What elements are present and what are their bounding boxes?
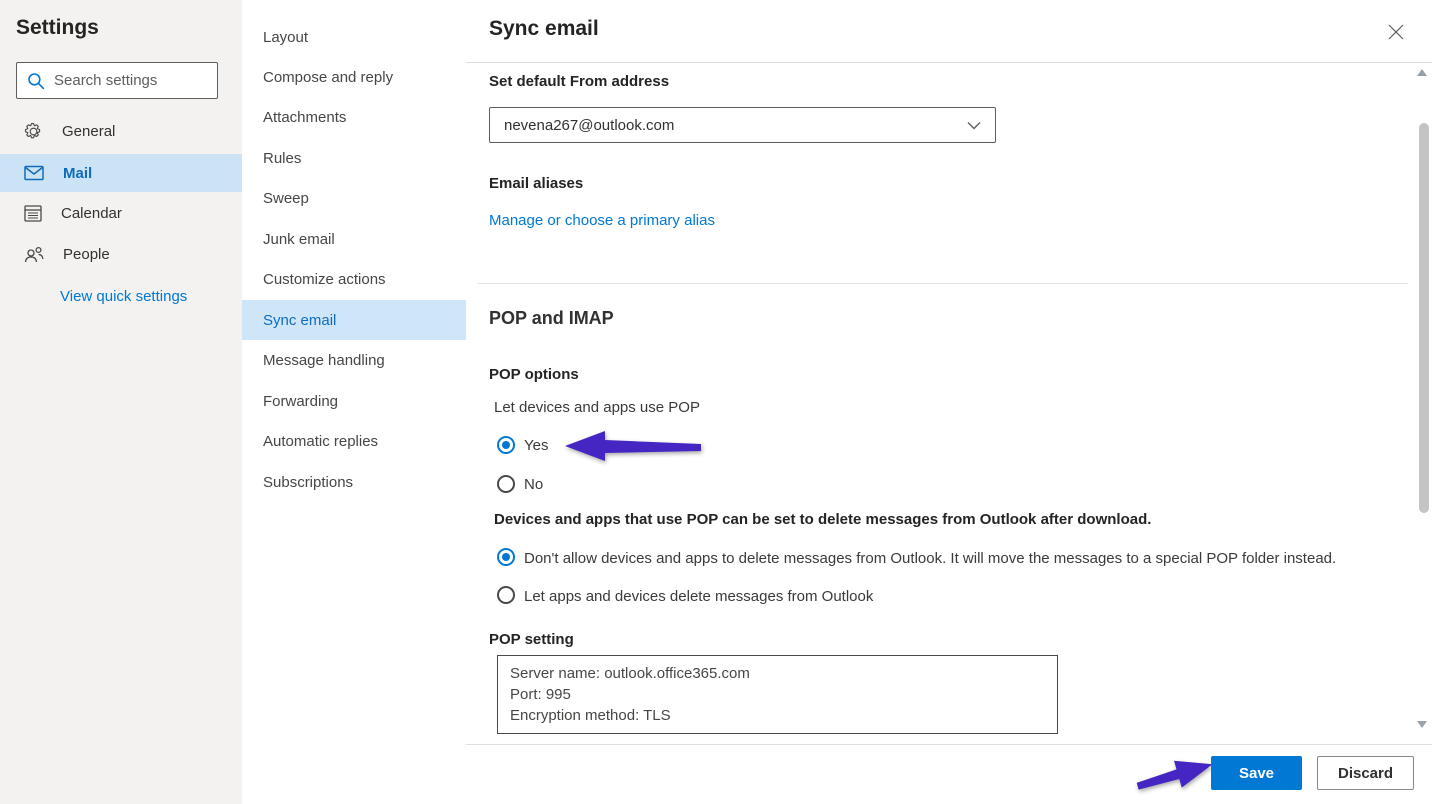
from-address-value: nevena267@outlook.com (504, 117, 674, 134)
page-title: Sync email (489, 17, 599, 41)
scrollbar-up-arrow[interactable] (1417, 69, 1427, 76)
pop-port-line: Port: 995 (510, 684, 1045, 705)
pop-setting-label: POP setting (489, 631, 574, 648)
settings-sidebar: Settings General Mail Calendar People Vi… (0, 0, 242, 804)
close-icon (1388, 24, 1404, 40)
category-compose-and-reply[interactable]: Compose and reply (242, 57, 466, 97)
scrollbar-down-arrow[interactable] (1417, 721, 1427, 728)
pop-delete-note: Devices and apps that use POP can be set… (494, 511, 1151, 528)
pop-yes-label[interactable]: Yes (524, 437, 548, 454)
settings-title: Settings (16, 16, 99, 40)
mail-settings-categories: Layout Compose and reply Attachments Rul… (242, 0, 466, 804)
category-message-handling[interactable]: Message handling (242, 340, 466, 380)
sidebar-item-label: People (63, 246, 110, 263)
annotation-arrow-yes (563, 429, 703, 465)
pop-allow-radio[interactable] (497, 586, 515, 604)
from-address-label: Set default From address (489, 73, 669, 90)
sidebar-item-label: General (62, 123, 115, 140)
pop-options-label: POP options (489, 366, 579, 383)
category-sync-email[interactable]: Sync email (242, 300, 466, 340)
chevron-down-icon (967, 121, 981, 130)
footer-divider (466, 744, 1432, 745)
from-address-dropdown[interactable]: nevena267@outlook.com (489, 107, 996, 143)
category-layout[interactable]: Layout (242, 17, 466, 57)
category-sweep[interactable]: Sweep (242, 178, 466, 218)
header-divider (466, 62, 1432, 63)
sidebar-item-people[interactable]: People (0, 235, 242, 273)
pop-encryption-line: Encryption method: TLS (510, 705, 1045, 726)
manage-alias-link[interactable]: Manage or choose a primary alias (489, 212, 715, 229)
category-attachments[interactable]: Attachments (242, 97, 466, 137)
close-button[interactable] (1384, 20, 1408, 44)
gear-icon (24, 122, 43, 141)
category-junk-email[interactable]: Junk email (242, 219, 466, 259)
sidebar-item-general[interactable]: General (0, 112, 242, 150)
view-quick-settings-link[interactable]: View quick settings (60, 288, 187, 305)
category-customize-actions[interactable]: Customize actions (242, 259, 466, 299)
search-settings-input[interactable] (54, 72, 204, 89)
discard-button[interactable]: Discard (1317, 756, 1414, 790)
pop-no-radio[interactable] (497, 475, 515, 493)
sidebar-item-calendar[interactable]: Calendar (0, 194, 242, 232)
category-subscriptions[interactable]: Subscriptions (242, 462, 466, 502)
category-automatic-replies[interactable]: Automatic replies (242, 421, 466, 461)
mail-icon (24, 165, 44, 181)
pop-no-label[interactable]: No (524, 476, 543, 493)
search-settings-box[interactable] (16, 62, 218, 99)
pop-dont-allow-label[interactable]: Don't allow devices and apps to delete m… (524, 550, 1336, 567)
pop-yes-radio[interactable] (497, 436, 515, 454)
save-button[interactable]: Save (1211, 756, 1302, 790)
search-icon (27, 72, 45, 90)
pop-question-text: Let devices and apps use POP (494, 399, 700, 416)
calendar-icon (24, 204, 42, 222)
email-aliases-label: Email aliases (489, 175, 583, 192)
pop-allow-label[interactable]: Let apps and devices delete messages fro… (524, 588, 873, 605)
pop-server-line: Server name: outlook.office365.com (510, 663, 1045, 684)
pop-imap-heading: POP and IMAP (489, 308, 614, 329)
pop-dont-allow-radio[interactable] (497, 548, 515, 566)
sync-email-panel: Sync email Set default From address neve… (466, 0, 1432, 804)
category-rules[interactable]: Rules (242, 138, 466, 178)
pop-setting-box: Server name: outlook.office365.com Port:… (497, 655, 1058, 734)
sidebar-item-label: Calendar (61, 205, 122, 222)
annotation-arrow-save (1134, 752, 1216, 798)
sidebar-item-label: Mail (63, 165, 92, 182)
section-divider (478, 283, 1408, 284)
category-forwarding[interactable]: Forwarding (242, 381, 466, 421)
sidebar-item-mail[interactable]: Mail (0, 154, 242, 192)
scrollbar-thumb[interactable] (1419, 123, 1429, 513)
people-icon (24, 246, 44, 263)
